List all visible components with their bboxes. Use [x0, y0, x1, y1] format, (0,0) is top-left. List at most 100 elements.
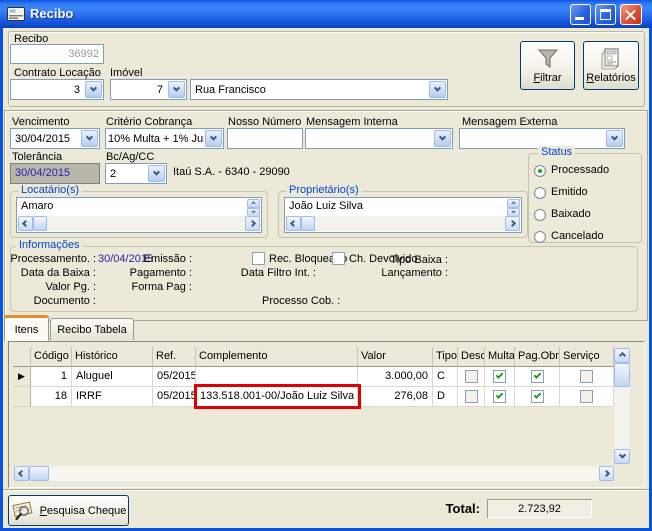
imovel-endereco-select[interactable]: Rua Francisco: [190, 79, 448, 100]
ch-devolvido-checkbox[interactable]: [332, 252, 345, 265]
proprietarios-list[interactable]: João Luiz Silva: [284, 197, 522, 233]
proprietarios-hscrollbar[interactable]: [286, 216, 520, 231]
scroll-left-button[interactable]: [14, 466, 29, 481]
chevron-down-icon: [511, 209, 515, 213]
cell-tipo[interactable]: D: [433, 387, 458, 407]
cell-codigo[interactable]: 18: [31, 387, 72, 407]
scroll-track[interactable]: [315, 216, 505, 231]
scroll-thumb[interactable]: [29, 466, 49, 481]
close-button[interactable]: [620, 4, 642, 25]
col-header-multa: Multa: [485, 347, 515, 367]
mensagem-interna-select[interactable]: [305, 128, 453, 149]
cell-servico-checkbox[interactable]: [560, 367, 614, 387]
cell-pag-obrig-checkbox[interactable]: [515, 387, 560, 407]
grid-vscrollbar[interactable]: [614, 348, 630, 464]
imovel-select[interactable]: 7: [110, 79, 187, 100]
cell-multa-checkbox[interactable]: [485, 367, 515, 387]
scroll-up-button[interactable]: [614, 348, 630, 363]
scroll-thumb[interactable]: [33, 216, 47, 231]
scroll-track[interactable]: [47, 216, 245, 231]
bc-ag-cc-select[interactable]: 2: [105, 163, 167, 184]
relatorios-label: Relatórios: [586, 72, 636, 84]
multa-checkbox[interactable]: [493, 370, 506, 383]
multa-checkbox[interactable]: [493, 390, 506, 403]
desc-checkbox[interactable]: [465, 370, 478, 383]
minimize-button[interactable]: [570, 4, 591, 25]
tab-recibo-tabela-label: Recibo Tabela: [57, 324, 127, 336]
cell-multa-checkbox[interactable]: [485, 387, 515, 407]
cell-historico[interactable]: IRRF: [72, 387, 153, 407]
scroll-right-button[interactable]: [245, 216, 260, 231]
cell-ref[interactable]: 05/2015: [153, 387, 196, 407]
locatario-item[interactable]: Amaro: [21, 200, 53, 212]
criterio-cobranca-value: 10% Multa + 1% Juro: [106, 133, 204, 145]
scroll-left-button[interactable]: [286, 216, 301, 231]
chevron-down-icon[interactable]: [429, 81, 446, 98]
chevron-down-icon[interactable]: [606, 130, 623, 147]
scroll-thumb[interactable]: [614, 363, 630, 387]
title-bar[interactable]: Recibo: [0, 0, 652, 28]
chevron-left-icon: [290, 220, 297, 227]
vencimento-select[interactable]: 30/04/2015: [10, 128, 100, 149]
tab-itens-label: Itens: [15, 324, 39, 336]
pesquisa-cheque-button[interactable]: Pesquisa Cheque: [8, 495, 129, 526]
cell-desc-checkbox[interactable]: [458, 367, 485, 387]
locatarios-list[interactable]: Amaro: [16, 197, 262, 233]
scroll-thumb[interactable]: [301, 216, 315, 231]
scroll-right-button[interactable]: [599, 466, 614, 481]
relatorios-button[interactable]: Relatórios: [583, 41, 639, 90]
spin-up-button[interactable]: [247, 199, 260, 208]
nosso-numero-input[interactable]: [227, 128, 303, 149]
cell-tipo[interactable]: C: [433, 367, 458, 387]
scroll-right-button[interactable]: [505, 216, 520, 231]
maximize-icon: [600, 9, 611, 20]
tab-recibo-tabela[interactable]: Recibo Tabela: [50, 318, 134, 340]
col-header-codigo: Código: [31, 347, 72, 367]
chevron-down-icon[interactable]: [148, 165, 165, 182]
cell-valor[interactable]: 276,08: [358, 387, 433, 407]
cell-pag-obrig-checkbox[interactable]: [515, 367, 560, 387]
servico-checkbox[interactable]: [580, 390, 593, 403]
proprietario-item[interactable]: João Luiz Silva: [289, 200, 363, 212]
cell-codigo[interactable]: 1: [31, 367, 72, 387]
chevron-down-icon[interactable]: [434, 130, 451, 147]
cell-desc-checkbox[interactable]: [458, 387, 485, 407]
pag-obrig-checkbox[interactable]: [531, 390, 544, 403]
contrato-locacao-label: Contrato Locação: [14, 67, 101, 79]
grid-hscrollbar[interactable]: [14, 466, 614, 481]
cell-valor[interactable]: 3.000,00: [358, 367, 433, 387]
pag-obrig-checkbox[interactable]: [531, 370, 544, 383]
radio-emitido[interactable]: [534, 187, 546, 199]
complemento-highlight-box: [194, 384, 361, 409]
cell-servico-checkbox[interactable]: [560, 387, 614, 407]
desc-checkbox[interactable]: [465, 390, 478, 403]
contrato-locacao-select[interactable]: 3: [10, 79, 104, 100]
radio-baixado[interactable]: [534, 209, 546, 221]
informacoes-group-title: Informações: [16, 239, 83, 251]
chevron-down-icon[interactable]: [205, 130, 222, 147]
cell-historico[interactable]: Aluguel: [72, 367, 153, 387]
scroll-left-button[interactable]: [18, 216, 33, 231]
cell-ref[interactable]: 05/2015: [153, 367, 196, 387]
criterio-cobranca-select[interactable]: 10% Multa + 1% Juro: [105, 128, 224, 149]
spin-up-button[interactable]: [507, 199, 520, 208]
scroll-down-button[interactable]: [614, 449, 630, 464]
rec-bloqueado-checkbox[interactable]: [252, 252, 265, 265]
chevron-down-icon[interactable]: [85, 81, 102, 98]
tab-itens[interactable]: Itens: [4, 315, 49, 341]
locatarios-hscrollbar[interactable]: [18, 216, 260, 231]
valor-pg-label: Valor Pg. :: [10, 281, 96, 293]
col-header-servico: Serviço: [560, 347, 614, 367]
contrato-locacao-value: 3: [11, 84, 84, 96]
radio-cancelado[interactable]: [534, 231, 546, 243]
scroll-track[interactable]: [49, 466, 599, 481]
scroll-track[interactable]: [614, 387, 630, 449]
radio-processado[interactable]: [534, 165, 546, 177]
filtrar-button[interactable]: Filtrar: [520, 41, 575, 90]
servico-checkbox[interactable]: [580, 370, 593, 383]
chevron-down-icon[interactable]: [81, 130, 98, 147]
lancamento-label: Lançamento :: [380, 267, 448, 279]
chevron-down-icon[interactable]: [168, 81, 185, 98]
proprietarios-spinner: [507, 199, 520, 217]
maximize-button[interactable]: [595, 4, 616, 25]
